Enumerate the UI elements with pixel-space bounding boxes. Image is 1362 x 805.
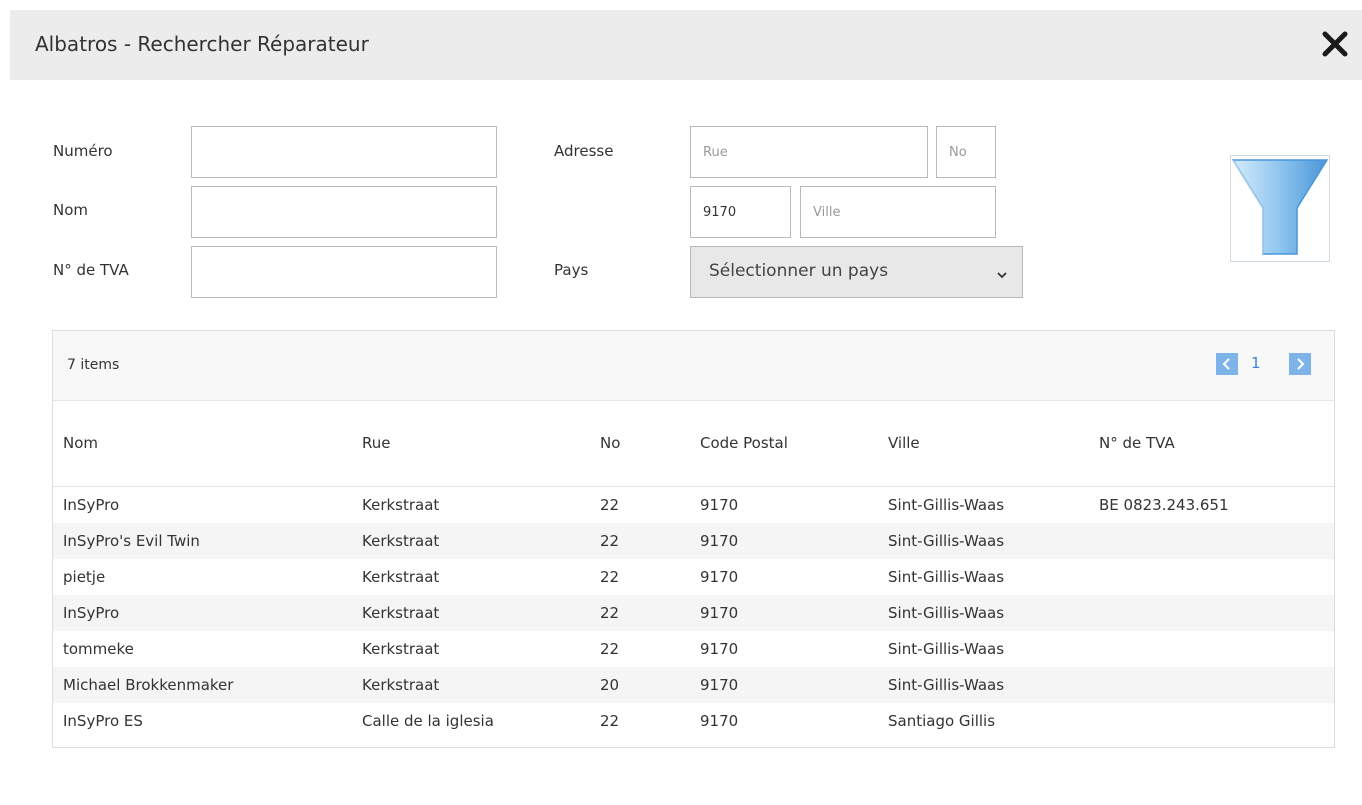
table-row[interactable]: InSyPro's Evil Twin Kerkstraat 22 9170 S… [53,523,1334,559]
cell-ville: Sint-Gillis-Waas [888,532,1005,550]
search-repairer-dialog: Albatros - Rechercher Réparateur Numéro … [10,10,1362,805]
cell-ville: Santiago Gillis [888,712,996,730]
cell-no: 22 [600,604,620,622]
cell-rue: Kerkstraat [362,604,440,622]
cell-no: 22 [600,568,620,586]
column-header-nom[interactable]: Nom [63,434,98,452]
cell-no: 20 [600,676,620,694]
cell-nom: InSyPro ES [63,712,143,730]
chevron-left-icon [1216,353,1238,375]
filter-funnel-icon [1231,159,1329,265]
pager-page-number[interactable]: 1 [1251,354,1261,372]
cell-ville: Sint-Gillis-Waas [888,676,1005,694]
tva-label: N° de TVA [53,261,129,279]
chevron-down-icon [996,266,1008,285]
cell-rue: Kerkstraat [362,532,440,550]
table-row[interactable]: pietje Kerkstraat 22 9170 Sint-Gillis-Wa… [53,559,1334,595]
cell-rue: Kerkstraat [362,640,440,658]
nom-input[interactable] [191,186,497,238]
dialog-titlebar: Albatros - Rechercher Réparateur [10,10,1362,80]
grid-toolbar: 7 items 1 [53,331,1334,401]
chevron-right-icon [1289,353,1311,375]
column-header-tva[interactable]: N° de TVA [1099,434,1175,452]
nom-label: Nom [53,201,89,219]
no-input[interactable] [936,126,996,178]
table-body: InSyPro Kerkstraat 22 9170 Sint-Gillis-W… [53,487,1334,739]
table-row[interactable]: tommeke Kerkstraat 22 9170 Sint-Gillis-W… [53,631,1334,667]
adresse-label: Adresse [554,142,614,160]
cell-ville: Sint-Gillis-Waas [888,496,1005,514]
pays-selected-value: Sélectionner un pays [709,261,889,281]
column-header-no[interactable]: No [600,434,620,452]
cell-nom: InSyPro [63,604,120,622]
cell-no: 22 [600,712,620,730]
table-row[interactable]: InSyPro ES Calle de la iglesia 22 9170 S… [53,703,1334,739]
cell-rue: Kerkstraat [362,568,440,586]
pager-next-button[interactable] [1289,353,1311,375]
table-row[interactable]: InSyPro Kerkstraat 22 9170 Sint-Gillis-W… [53,595,1334,631]
numero-label: Numéro [53,142,113,160]
cell-rue: Kerkstraat [362,496,440,514]
column-header-code-postal[interactable]: Code Postal [700,434,788,452]
cell-code-postal: 9170 [700,568,739,586]
cell-ville: Sint-Gillis-Waas [888,604,1005,622]
close-icon[interactable] [1320,29,1350,59]
cell-no: 22 [600,532,620,550]
column-header-rue[interactable]: Rue [362,434,390,452]
items-count: 7 items [67,357,120,373]
table-row[interactable]: InSyPro Kerkstraat 22 9170 Sint-Gillis-W… [53,487,1334,523]
cell-rue: Kerkstraat [362,676,440,694]
cell-no: 22 [600,640,620,658]
dialog-title: Albatros - Rechercher Réparateur [35,32,369,56]
cell-code-postal: 9170 [700,532,739,550]
cell-ville: Sint-Gillis-Waas [888,568,1005,586]
pager-prev-button[interactable] [1216,353,1238,375]
results-grid: 7 items 1 Nom Rue No Code Postal Ville N… [52,330,1335,748]
cell-code-postal: 9170 [700,640,739,658]
cell-code-postal: 9170 [700,712,739,730]
cell-code-postal: 9170 [700,676,739,694]
ville-input[interactable] [800,186,996,238]
table-row[interactable]: Michael Brokkenmaker Kerkstraat 20 9170 … [53,667,1334,703]
pays-select[interactable]: Sélectionner un pays [690,246,1023,298]
cell-code-postal: 9170 [700,496,739,514]
tva-input[interactable] [191,246,497,298]
cell-code-postal: 9170 [700,604,739,622]
table-header: Nom Rue No Code Postal Ville N° de TVA [53,401,1334,487]
cell-nom: pietje [63,568,106,586]
cell-nom: tommeke [63,640,134,658]
cell-ville: Sint-Gillis-Waas [888,640,1005,658]
cell-nom: Michael Brokkenmaker [63,676,234,694]
rue-input[interactable] [690,126,928,178]
cell-nom: InSyPro [63,496,120,514]
cell-tva: BE 0823.243.651 [1099,496,1229,514]
column-header-ville[interactable]: Ville [888,434,920,452]
cell-rue: Calle de la iglesia [362,712,494,730]
postal-code-input[interactable] [690,186,791,238]
cell-no: 22 [600,496,620,514]
numero-input[interactable] [191,126,497,178]
filter-button[interactable] [1230,155,1330,262]
cell-nom: InSyPro's Evil Twin [63,532,200,550]
pays-label: Pays [554,261,589,279]
